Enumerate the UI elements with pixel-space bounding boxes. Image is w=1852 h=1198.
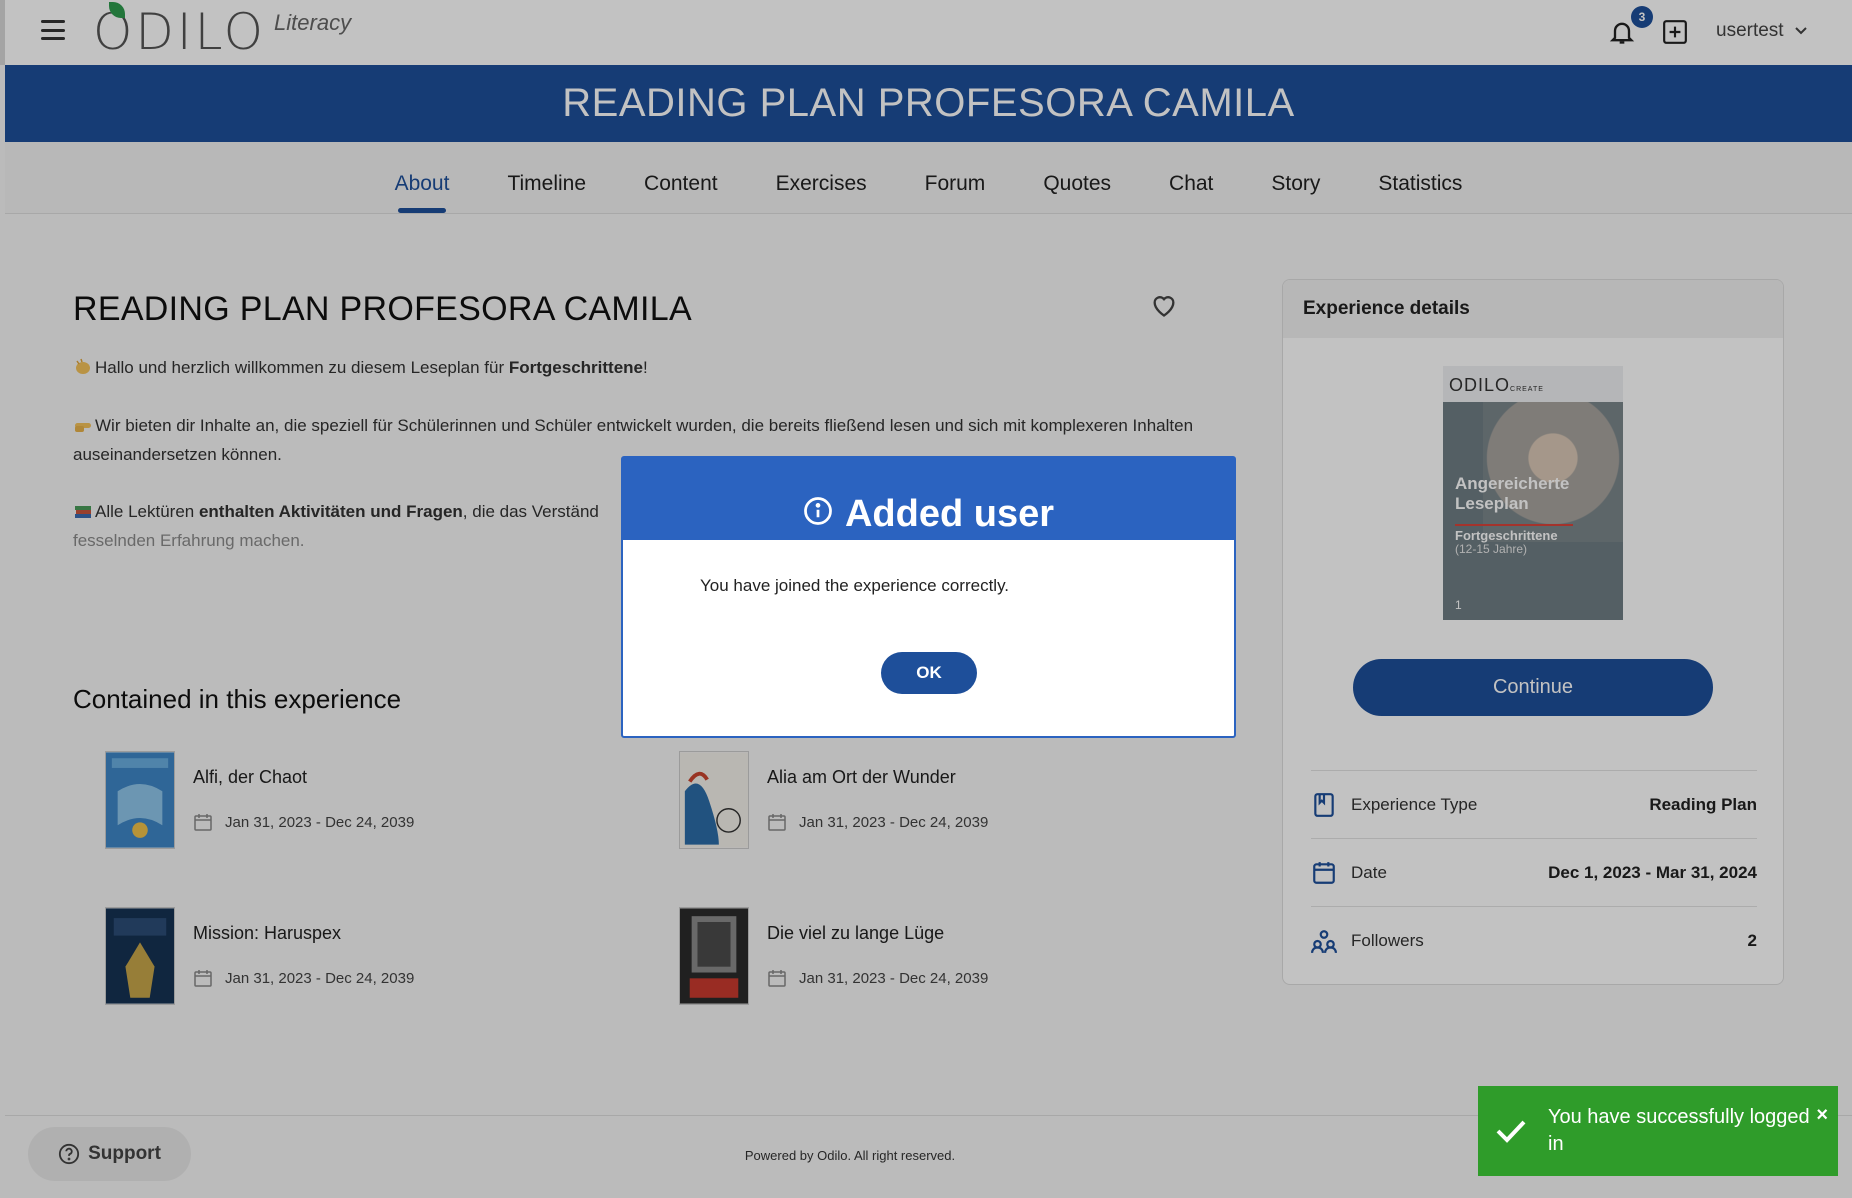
login-toast: You have successfully logged in ×: [1478, 1086, 1838, 1176]
toast-message: You have successfully logged in: [1548, 1106, 1810, 1155]
dialog-header: Added user: [623, 458, 1234, 540]
dialog-message: You have joined the experience correctly…: [700, 576, 1010, 595]
dialog-title: Added user: [844, 493, 1055, 535]
close-icon[interactable]: ×: [1816, 1104, 1828, 1127]
added-user-dialog: Added user You have joined the experienc…: [621, 456, 1236, 738]
checkmark-icon: [1496, 1120, 1526, 1143]
info-icon: [804, 497, 832, 525]
ok-button[interactable]: OK: [881, 652, 977, 694]
